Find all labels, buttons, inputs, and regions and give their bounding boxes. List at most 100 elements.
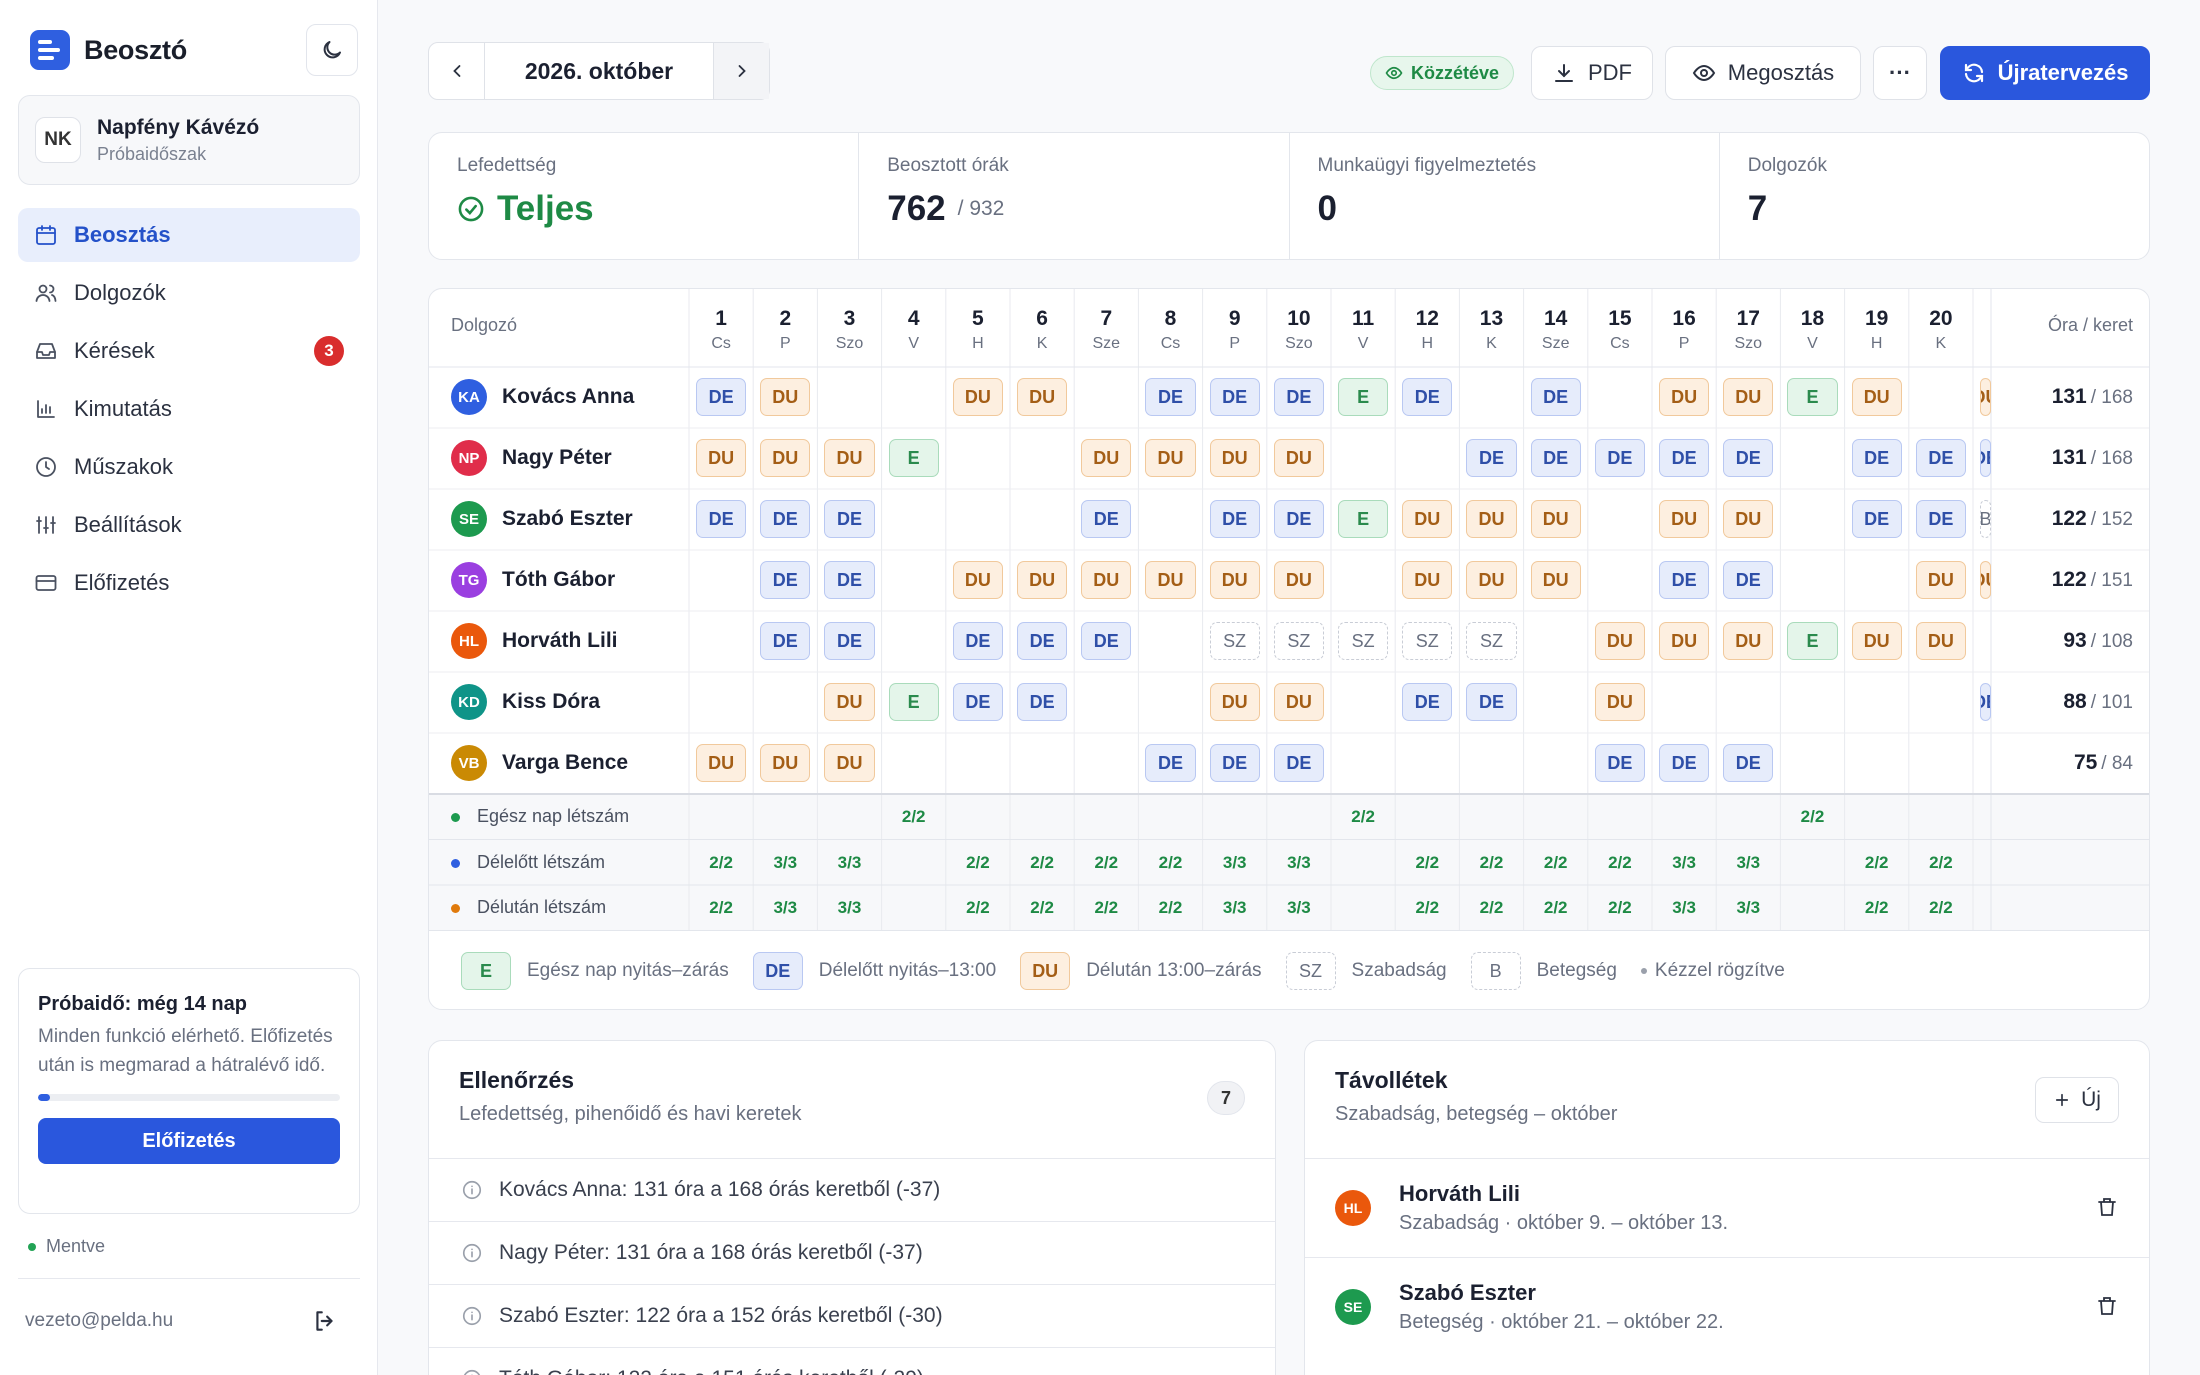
shift-chip[interactable]: DU [1723, 378, 1774, 416]
subscribe-button[interactable]: Előfizetés [38, 1118, 340, 1164]
shift-chip[interactable]: SZ [1338, 622, 1389, 660]
shift-chip[interactable]: DU [1723, 622, 1774, 660]
day-header[interactable]: 5H [946, 299, 1010, 361]
shift-chip[interactable]: DE [1530, 439, 1581, 477]
day-header[interactable]: 19 H [1845, 299, 1909, 361]
shift-chip[interactable]: DU [760, 439, 811, 477]
theme-toggle-button[interactable] [306, 24, 358, 76]
shift-chip[interactable]: DE [760, 561, 811, 599]
check-item[interactable]: Szabó Eszter: 122 óra a 152 órás keretbő… [429, 1284, 1275, 1347]
share-button[interactable]: Megosztás [1665, 46, 1861, 100]
shift-chip[interactable]: DE [1402, 683, 1453, 721]
shift-chip[interactable]: DU [1659, 500, 1710, 538]
sidebar-item-users[interactable]: Dolgozók [18, 266, 360, 320]
logout-button[interactable] [312, 1308, 338, 1339]
shift-chip[interactable]: DU [760, 744, 811, 782]
shift-chip[interactable]: DU [824, 439, 875, 477]
shift-chip[interactable]: DE [1723, 439, 1774, 477]
shift-chip[interactable]: DU [760, 378, 811, 416]
shift-chip[interactable]: DE [1723, 561, 1774, 599]
org-switcher[interactable]: NK Napfény Kávézó Próbaidőszak [18, 95, 360, 185]
day-header[interactable]: 1 Cs [689, 299, 753, 361]
prev-month-button[interactable] [429, 43, 485, 99]
brand[interactable]: Beosztó [30, 30, 187, 70]
employee-name[interactable]: Nagy Péter [502, 446, 612, 470]
shift-chip[interactable]: DU [1980, 561, 1991, 599]
shift-chip[interactable]: DE [1723, 744, 1774, 782]
shift-chip[interactable]: SZ [1466, 622, 1517, 660]
shift-chip[interactable]: DU [1594, 622, 1645, 660]
day-header[interactable]: 2P [753, 299, 817, 361]
shift-chip[interactable]: DE [1594, 744, 1645, 782]
shift-chip[interactable]: DE [952, 683, 1003, 721]
shift-chip[interactable]: DU [824, 683, 875, 721]
shift-chip[interactable]: DU [952, 561, 1003, 599]
replan-button[interactable]: Újratervezés [1940, 46, 2150, 100]
shift-chip[interactable]: DE [1466, 683, 1517, 721]
shift-chip[interactable]: E [1338, 500, 1389, 538]
shift-chip[interactable]: DU [696, 744, 747, 782]
shift-chip[interactable]: DU [1659, 622, 1710, 660]
shift-chip[interactable]: DE [1659, 744, 1710, 782]
shift-chip[interactable]: DU [1915, 561, 1966, 599]
shift-chip[interactable]: DE [1851, 439, 1902, 477]
shift-chip[interactable]: DU [1209, 561, 1260, 599]
shift-chip[interactable]: E [1787, 378, 1838, 416]
shift-chip[interactable]: DU [1081, 439, 1132, 477]
shift-chip[interactable]: DU [1273, 561, 1324, 599]
shift-chip[interactable]: SZ [1273, 622, 1324, 660]
shift-chip[interactable]: DU [696, 439, 747, 477]
shift-chip[interactable]: DE [1081, 500, 1132, 538]
sidebar-item-clock[interactable]: Műszakok [18, 440, 360, 494]
shift-chip[interactable]: DE [1980, 439, 1991, 477]
shift-chip[interactable]: DU [1081, 561, 1132, 599]
day-header[interactable]: 9P [1203, 299, 1267, 361]
shift-chip[interactable]: SZ [1402, 622, 1453, 660]
day-header[interactable]: 6K [1010, 299, 1074, 361]
sidebar-item-credit-card[interactable]: Előfizetés [18, 556, 360, 610]
shift-chip[interactable]: DE [696, 378, 747, 416]
shift-chip[interactable]: DU [1915, 622, 1966, 660]
shift-chip[interactable]: DU [1980, 378, 1991, 416]
shift-chip[interactable]: DE [696, 500, 747, 538]
check-item[interactable]: Kovács Anna: 131 óra a 168 órás keretből… [429, 1158, 1275, 1221]
sidebar-item-sliders[interactable]: Beállítások [18, 498, 360, 552]
shift-chip[interactable]: DE [1017, 622, 1068, 660]
shift-chip[interactable]: DE [1209, 378, 1260, 416]
shift-chip[interactable]: DE [760, 622, 811, 660]
shift-chip[interactable]: DE [824, 561, 875, 599]
shift-chip[interactable]: DU [1209, 683, 1260, 721]
shift-chip[interactable]: DU [1145, 439, 1196, 477]
shift-chip[interactable]: DE [1145, 378, 1196, 416]
shift-chip[interactable]: E [1338, 378, 1389, 416]
shift-chip[interactable]: DE [1209, 744, 1260, 782]
shift-chip[interactable]: DE [1659, 561, 1710, 599]
shift-chip[interactable]: DE [824, 500, 875, 538]
current-month[interactable]: 2026. október [485, 43, 713, 99]
shift-chip[interactable]: DE [1980, 683, 1991, 721]
shift-chip[interactable]: DU [1017, 561, 1068, 599]
shift-chip[interactable]: DE [760, 500, 811, 538]
shift-chip[interactable]: E [888, 439, 939, 477]
day-header[interactable]: 15 Cs [1588, 299, 1652, 361]
more-button[interactable]: ··· [1873, 46, 1927, 100]
day-header[interactable]: 8 Cs [1138, 299, 1202, 361]
shift-chip[interactable]: DE [1017, 683, 1068, 721]
shift-chip[interactable]: E [1787, 622, 1838, 660]
shift-chip[interactable]: DU [1851, 378, 1902, 416]
delete-absence-button[interactable] [2095, 1195, 2119, 1224]
shift-chip[interactable]: DE [1659, 439, 1710, 477]
day-header[interactable]: 16 P [1652, 299, 1716, 361]
shift-chip[interactable]: DU [824, 744, 875, 782]
shift-chip[interactable]: DE [1915, 500, 1966, 538]
shift-chip[interactable]: DU [952, 378, 1003, 416]
employee-name[interactable]: Kiss Dóra [502, 690, 600, 714]
shift-chip[interactable]: SZ [1209, 622, 1260, 660]
shift-chip[interactable]: DE [1402, 378, 1453, 416]
day-header[interactable]: 17 Szo [1716, 299, 1780, 361]
shift-chip[interactable]: DE [1209, 500, 1260, 538]
shift-chip[interactable]: DU [1402, 500, 1453, 538]
shift-chip[interactable]: DU [1402, 561, 1453, 599]
sidebar-item-bar-chart[interactable]: Kimutatás [18, 382, 360, 436]
shift-chip[interactable]: B [1980, 500, 1991, 538]
